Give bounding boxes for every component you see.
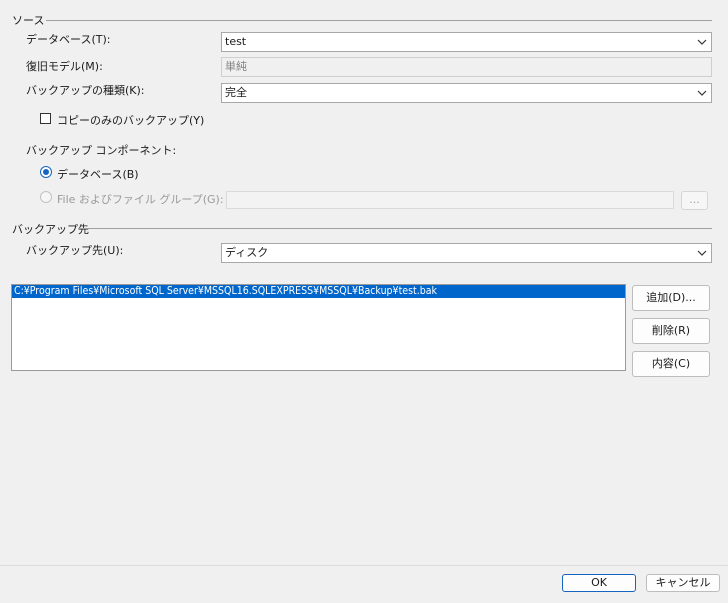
remove-button[interactable]: 削除(R) (632, 318, 710, 344)
component-files-radio (40, 191, 52, 203)
chevron-down-icon (697, 90, 707, 96)
component-database-label[interactable]: データベース(B) (57, 166, 139, 182)
component-database-radio[interactable] (40, 166, 52, 178)
backup-destination-list[interactable]: C:¥Program Files¥Microsoft SQL Server¥MS… (11, 284, 626, 371)
filegroups-field (226, 191, 674, 209)
copy-only-label[interactable]: コピーのみのバックアップ(Y) (57, 112, 204, 128)
copy-only-checkbox[interactable] (40, 113, 51, 124)
filegroups-browse-button: ... (681, 191, 708, 210)
backup-type-combobox[interactable]: 完全 (221, 83, 712, 103)
footer-divider (0, 565, 728, 566)
database-combobox[interactable]: test (221, 32, 712, 52)
destination-section-rule (78, 228, 712, 229)
chevron-down-icon (697, 250, 707, 256)
backup-type-label: バックアップの種類(K): (26, 84, 145, 97)
source-section-title: ソース (12, 14, 45, 27)
cancel-button[interactable]: キャンセル (646, 574, 720, 592)
source-section-rule (46, 20, 712, 21)
list-item[interactable]: C:¥Program Files¥Microsoft SQL Server¥MS… (12, 285, 625, 298)
ok-button[interactable]: OK (562, 574, 636, 592)
backup-to-value: ディスク (225, 246, 269, 259)
recovery-model-field: 単純 (221, 57, 712, 77)
database-combobox-value: test (225, 35, 247, 48)
backup-to-combobox[interactable]: ディスク (221, 243, 712, 263)
recovery-model-value: 単純 (225, 60, 247, 73)
recovery-model-label: 復旧モデル(M): (26, 60, 103, 73)
contents-button[interactable]: 内容(C) (632, 351, 710, 377)
backup-type-value: 完全 (225, 86, 247, 99)
backup-to-label: バックアップ先(U): (26, 244, 124, 257)
database-label: データベース(T): (26, 33, 111, 46)
add-button[interactable]: 追加(D)... (632, 285, 710, 311)
chevron-down-icon (697, 39, 707, 45)
component-files-label: File およびファイル グループ(G): (57, 193, 224, 206)
destination-section-title: バックアップ先 (12, 223, 89, 236)
backup-component-label: バックアップ コンポーネント: (26, 144, 177, 157)
